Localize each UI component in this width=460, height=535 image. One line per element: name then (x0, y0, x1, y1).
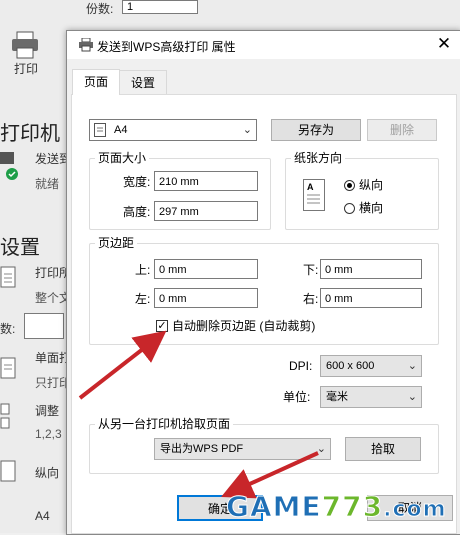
watermark-com: .com (383, 497, 447, 523)
watermark: GAME773.com (226, 490, 447, 524)
tab-page[interactable]: 页面 (72, 69, 120, 95)
arrow-to-ok (221, 451, 319, 499)
arrow-to-checkbox (78, 330, 167, 400)
watermark-game: GAME (226, 490, 322, 524)
watermark-num: 773 (321, 490, 384, 524)
annotation-arrows (78, 330, 319, 499)
